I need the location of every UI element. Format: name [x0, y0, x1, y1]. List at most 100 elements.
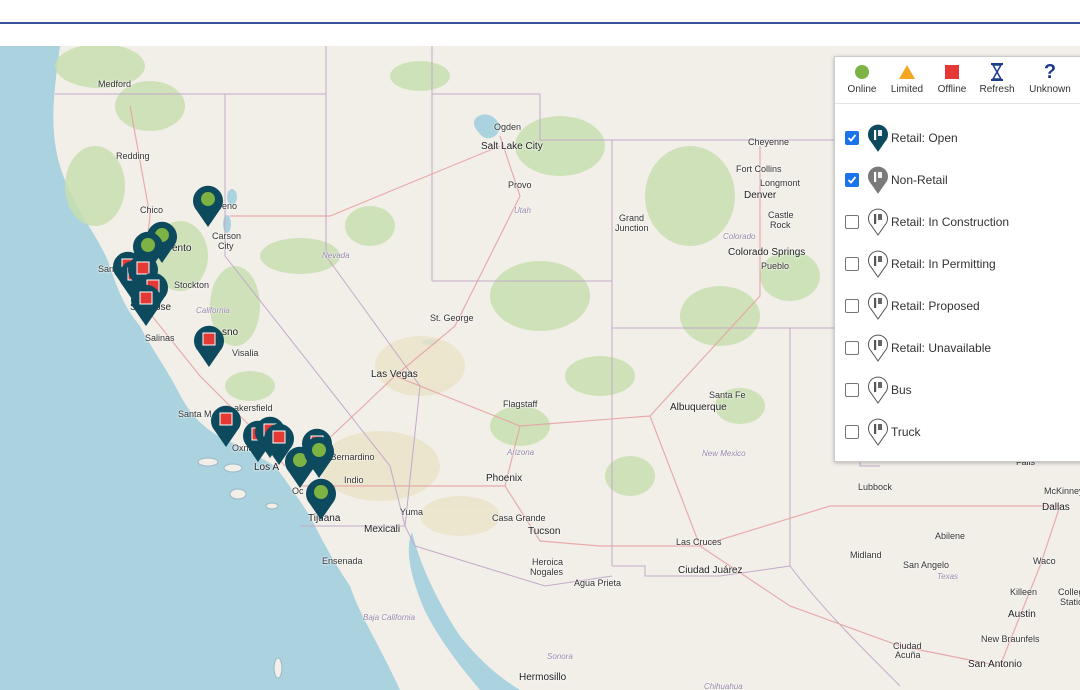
filter-label: Non-Retail [891, 173, 948, 187]
city-label: Ogden [494, 122, 522, 132]
city-label: Junction [615, 223, 649, 233]
status-offline: Offline [927, 63, 977, 95]
city-label: Phoenix [486, 473, 523, 484]
filter-label: Truck [891, 425, 921, 439]
filter-label: Retail: Unavailable [891, 341, 992, 355]
city-label: Static [1060, 597, 1080, 607]
proposed-pin-icon [867, 292, 889, 320]
city-label: Las Cruces [676, 537, 722, 547]
filter-label: Retail: In Construction [891, 215, 1010, 229]
city-label: Pueblo [761, 261, 790, 271]
non-retail-pin-icon [867, 166, 889, 194]
filter-checkbox[interactable] [845, 215, 859, 229]
city-label: Las Vegas [371, 369, 418, 380]
city-label: Visalia [232, 348, 259, 358]
city-label: McKinney [1044, 486, 1080, 496]
city-label: Carson [212, 231, 242, 241]
station-marker-offline[interactable] [129, 282, 163, 328]
city-label: Ciudad Juárez [678, 565, 743, 576]
city-label: St. George [430, 313, 474, 323]
city-label: Mexicali [364, 524, 401, 535]
city-label: Ensenada [322, 556, 363, 566]
filter-label: Retail: Open [891, 131, 958, 145]
permitting-pin-icon [867, 250, 889, 278]
unknown-status-icon: ? [1043, 61, 1057, 83]
city-label: Cheyenne [748, 137, 790, 147]
status-label: Refresh [979, 84, 1015, 95]
filter-row[interactable]: Retail: Unavailable [845, 334, 991, 362]
filter-checkbox[interactable] [845, 173, 859, 187]
city-label: Casa Grande [492, 513, 546, 523]
status-label: Limited [890, 84, 924, 95]
online-status-icon [837, 63, 887, 81]
region-label: Sonora [547, 652, 573, 661]
filter-row[interactable]: Retail: Proposed [845, 292, 980, 320]
region-label: Colorado [723, 232, 756, 241]
city-label: Denver [744, 190, 777, 201]
city-label: Chico [140, 205, 164, 215]
region-label: California [196, 306, 230, 315]
filter-row[interactable]: Retail: In Construction [845, 208, 1009, 236]
status-label: Offline [937, 84, 967, 95]
city-label: San Antonio [968, 659, 1022, 670]
city-label: Yuma [400, 507, 424, 517]
station-marker-offline[interactable] [192, 323, 226, 369]
city-label: Chihuahua [704, 682, 743, 690]
city-label: Flagstaff [503, 399, 538, 409]
city-label: Stockton [174, 280, 210, 290]
city-label: Nogales [530, 567, 564, 577]
region-label: Texas [937, 572, 959, 581]
filter-checkbox[interactable] [845, 341, 859, 355]
filter-row[interactable]: Bus [845, 376, 912, 404]
status-label: Online [847, 84, 877, 95]
city-label: Albuquerque [670, 402, 727, 413]
top-divider [0, 22, 1080, 24]
filter-row[interactable]: Non-Retail [845, 166, 948, 194]
city-label: Colleg [1058, 587, 1080, 597]
city-label: Grand [619, 213, 645, 223]
city-label: Austin [1008, 609, 1036, 620]
region-label: New Mexico [702, 449, 746, 458]
filter-checkbox[interactable] [845, 131, 859, 145]
construction-pin-icon [867, 208, 889, 236]
city-label: Hermosillo [519, 672, 567, 683]
city-label: Provo [508, 180, 532, 190]
filter-checkbox[interactable] [845, 299, 859, 313]
city-label: Tucson [528, 526, 561, 537]
city-label: Killeen [1010, 587, 1038, 597]
status-limited: Limited [882, 63, 932, 95]
city-label: New Braunfels [981, 634, 1040, 644]
filter-row[interactable]: Retail: In Permitting [845, 250, 996, 278]
station-marker-online[interactable] [304, 476, 338, 522]
city-label: Colorado Springs [728, 247, 806, 258]
city-label: Dallas [1042, 502, 1070, 513]
filter-checkbox[interactable] [845, 257, 859, 271]
status-online: Online [837, 63, 887, 95]
status-refresh: Refresh [972, 63, 1022, 95]
station-marker-offline[interactable] [209, 403, 243, 449]
limited-status-icon [882, 63, 932, 81]
city-label: Waco [1033, 556, 1056, 566]
filter-checkbox[interactable] [845, 425, 859, 439]
filter-row[interactable]: Truck [845, 418, 921, 446]
city-label: Rock [770, 220, 791, 230]
city-label: Longmont [760, 178, 801, 188]
station-marker-online[interactable] [191, 183, 225, 229]
city-label: Acuña [895, 650, 921, 660]
retail-open-pin-icon [867, 124, 889, 152]
filter-label: Retail: In Permitting [891, 257, 996, 271]
region-label: Arizona [507, 448, 535, 457]
city-label: Castle [768, 210, 794, 220]
truck-pin-icon [867, 418, 889, 446]
filter-label: Retail: Proposed [891, 299, 980, 313]
filter-checkbox[interactable] [845, 383, 859, 397]
region-label: Baja California [363, 613, 416, 622]
city-label: Santa M [178, 409, 212, 419]
city-label: Indio [344, 475, 364, 485]
filter-row[interactable]: Retail: Open [845, 124, 958, 152]
station-marker-online[interactable] [302, 434, 336, 480]
status-unknown: ? Unknown [1025, 61, 1075, 95]
bus-pin-icon [867, 376, 889, 404]
city-label: Salt Lake City [481, 141, 543, 152]
filter-label: Bus [891, 383, 912, 397]
